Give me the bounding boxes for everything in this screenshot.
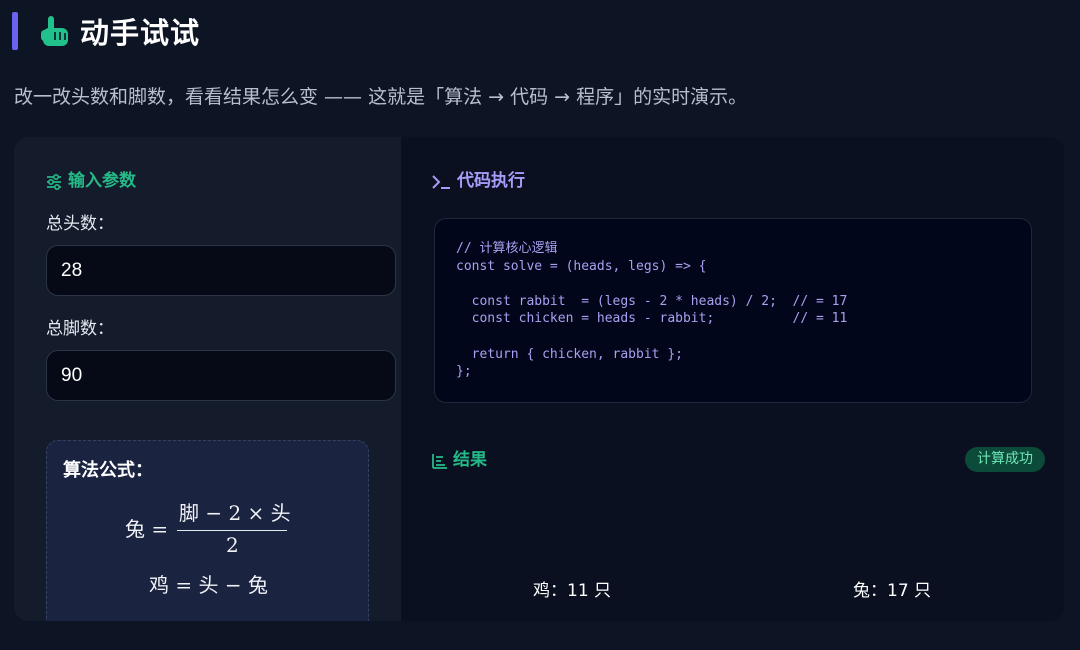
code-text: // 计算核心逻辑 const solve = (heads, legs) =>… [456,241,848,380]
page-subtitle: 改一改头数和脚数，看看结果怎么变 —— 这就是「算法 → 代码 → 程序」的实时… [14,86,748,108]
pointing-hand-icon [41,16,68,46]
terminal-icon [432,175,450,189]
chicken-formula: 鸡 = 头 − 兔 [149,573,268,597]
rabbit-formula-lhs: 兔 = [125,517,169,541]
rabbit-formula-numerator: 脚 − 2 × 头 [179,501,291,525]
sliders-icon [47,173,61,191]
output-panel: 代码执行 // 计算核心逻辑 const solve = (heads, leg… [401,137,1064,621]
code-section-title: 代码执行 [431,169,525,193]
legs-input[interactable] [46,350,396,401]
chicken-result: 鸡：11 只 [533,581,612,601]
status-badge: 计算成功 [965,447,1045,472]
results-section-label: 结果 [453,450,487,470]
code-section-label: 代码执行 [457,171,525,191]
rabbit-formula-denominator: 2 [226,533,239,557]
input-panel: 输入参数 总头数： 总脚数： 算法公式： 兔 = 脚 − 2 × 头 2 鸡 =… [14,137,401,621]
rabbit-result: 兔：17 只 [853,581,932,601]
demo-card: 输入参数 总头数： 总脚数： 算法公式： 兔 = 脚 − 2 × 头 2 鸡 =… [14,137,1064,621]
input-section-label: 输入参数 [68,171,136,191]
formula-title: 算法公式： [63,460,153,481]
code-block: // 计算核心逻辑 const solve = (heads, legs) =>… [434,218,1032,403]
heads-input[interactable] [46,245,396,296]
legs-label: 总脚数： [46,319,114,339]
results-section-title: 结果 [431,448,487,472]
input-section-title: 输入参数 [46,169,136,193]
heads-label: 总头数： [46,214,114,234]
accent-bar [12,12,18,50]
formula-box: 算法公式： 兔 = 脚 − 2 × 头 2 鸡 = 头 − 兔 [46,440,369,621]
page-header: 动手试试 [0,0,1080,70]
page-title: 动手试试 [80,16,201,50]
bar-chart-icon [432,454,447,469]
